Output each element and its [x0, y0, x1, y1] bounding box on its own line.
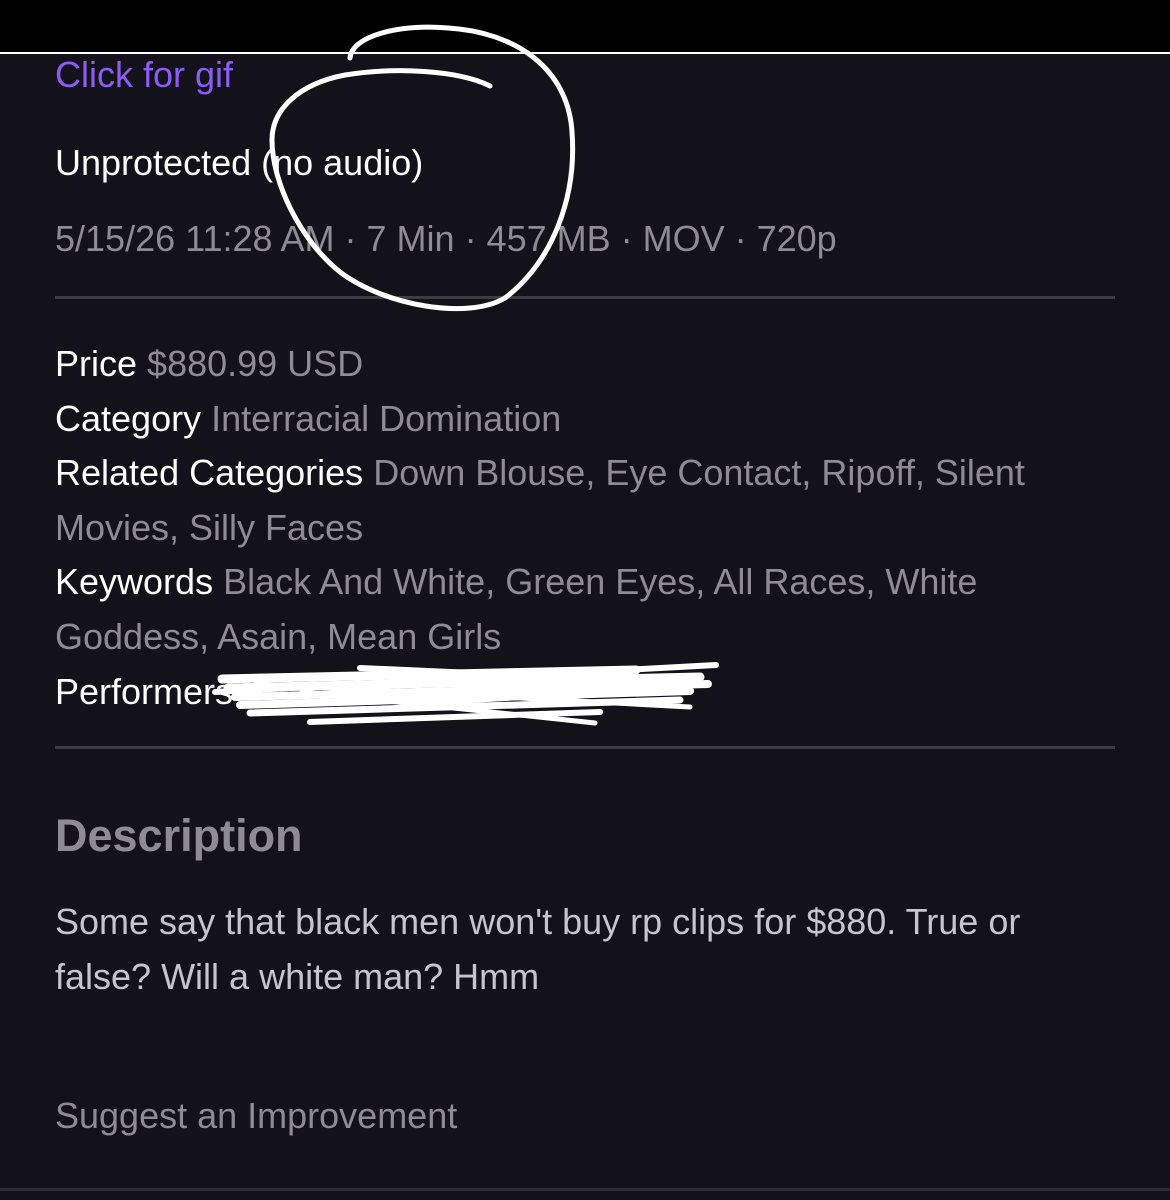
top-black-bar: [0, 0, 1170, 54]
protection-status: Unprotected (no audio): [55, 142, 424, 183]
section-divider: [55, 296, 1115, 299]
clip-meta-line: 5/15/26 11:28 AM · 7 Min · 457 MB · MOV …: [55, 218, 837, 259]
suggest-improvement-link[interactable]: Suggest an Improvement: [55, 1093, 457, 1139]
category-row: Category Interracial Domination: [55, 392, 1055, 447]
section-divider: [55, 746, 1115, 749]
category-label: Category: [55, 397, 202, 439]
related-categories-row: Related Categories Down Blouse, Eye Cont…: [55, 446, 1055, 555]
price-value: $880.99 USD: [147, 343, 364, 384]
keywords-label: Keywords: [55, 561, 214, 603]
price-label: Price: [55, 343, 138, 384]
keywords-row: Keywords Black And White, Green Eyes, Al…: [55, 555, 1055, 664]
bottom-divider: [0, 1188, 1170, 1191]
description-heading: Description: [55, 810, 303, 861]
related-categories-label: Related Categories: [55, 452, 364, 494]
category-value[interactable]: Interracial Domination: [211, 398, 561, 439]
gif-link[interactable]: Click for gif: [55, 52, 233, 98]
clip-details: Price $880.99 USD Category Interracial D…: [55, 337, 1055, 719]
performers-label: Performers: [55, 670, 234, 712]
price-row: Price $880.99 USD: [55, 337, 1055, 392]
performers-row: Performers: [55, 665, 1055, 720]
description-text: Some say that black men won't buy rp cli…: [55, 901, 1021, 997]
